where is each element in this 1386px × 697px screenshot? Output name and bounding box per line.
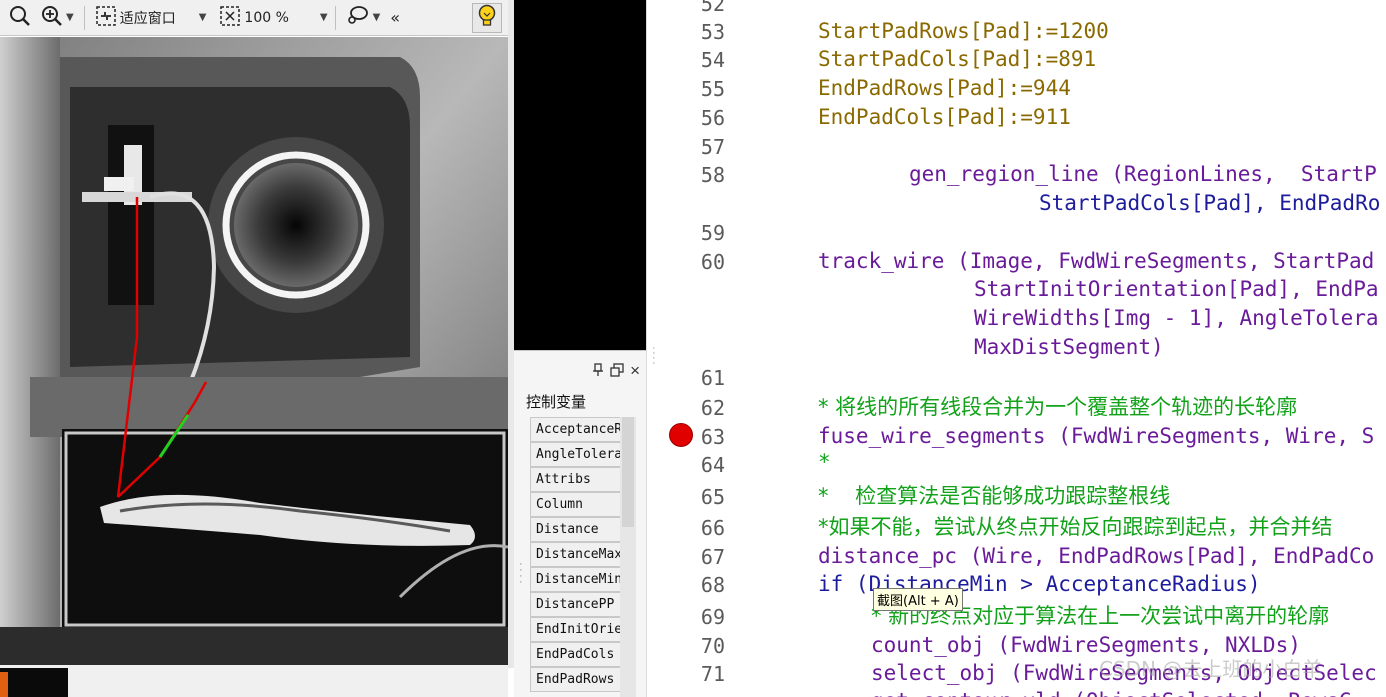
code-comment[interactable]: *如果不能，尝试从终点开始反向跟踪到起点，并合并结 — [818, 511, 1333, 541]
line-number: 54 — [700, 48, 725, 72]
graphics-window[interactable] — [0, 37, 508, 665]
graphics-toolbar: ▼ 适应窗口 ▼ 100 % ▼ ▼ « — [0, 0, 508, 36]
toolbar-divider — [334, 5, 336, 30]
code-line[interactable]: fuse_wire_segments (FwdWireSegments, Wir… — [818, 424, 1374, 448]
code-line[interactable]: EndPadRows[Pad]:=944 — [818, 76, 1071, 100]
line-number: 53 — [700, 20, 725, 44]
code-line[interactable]: get_contour_xld (ObjectSelected, RowsC — [871, 689, 1351, 697]
code-line-continuation[interactable]: StartPadCols[Pad], EndPadRo — [1039, 191, 1380, 215]
watermark: CSDN @去上班的小白羊 — [1099, 657, 1323, 681]
float-window-icon[interactable] — [610, 362, 624, 380]
panel-header: × — [514, 351, 646, 391]
line-number: 62 — [700, 396, 725, 420]
screenshot-tooltip: 截图(Alt + A) — [873, 588, 963, 611]
help-hint-button[interactable] — [472, 2, 502, 33]
zoom-tool-button[interactable] — [6, 4, 34, 32]
scrollbar-thumb[interactable] — [622, 417, 634, 527]
double-chevron-left-icon: « — [390, 8, 401, 27]
line-number: 58 — [700, 163, 725, 187]
close-icon[interactable]: × — [630, 361, 640, 381]
code-comment[interactable]: * 检查算法是否能够成功跟踪整根线 — [818, 480, 1170, 510]
inspection-image — [0, 37, 508, 665]
code-line-continuation[interactable]: WireWidths[Img - 1], AngleTolera — [974, 306, 1379, 330]
line-number: 63 — [700, 425, 725, 449]
lightbulb-icon — [476, 4, 498, 32]
zoom-level-dropdown[interactable]: 100 % — [216, 4, 291, 32]
resize-grip[interactable]: · · · · — [519, 559, 523, 588]
zoom-in-icon — [41, 5, 63, 31]
draw-tool-button[interactable]: ▼ — [343, 4, 384, 32]
line-number: 69 — [700, 605, 725, 629]
chevron-down-icon[interactable]: ▼ — [373, 12, 381, 23]
variable-list-scrollbar[interactable] — [620, 417, 636, 697]
code-line[interactable]: distance_pc (Wire, EndPadRows[Pad], EndP… — [818, 544, 1374, 568]
control-variables-panel: × 控制变量 AcceptanceRadius AngleTolerance A… — [514, 350, 646, 697]
empty-canvas-area — [514, 0, 646, 350]
line-number: 52 — [700, 0, 725, 16]
collapse-toolbar-button[interactable]: « — [387, 4, 403, 32]
lasso-icon — [346, 5, 370, 31]
chevron-down-icon[interactable]: ▼ — [199, 12, 207, 23]
code-comment[interactable]: * 将线的所有线段合并为一个覆盖整个轨迹的长轮廓 — [818, 391, 1297, 421]
line-number: 57 — [700, 135, 725, 159]
line-number: 56 — [700, 106, 725, 130]
fit-window-icon — [95, 5, 117, 31]
line-number: 59 — [700, 221, 725, 245]
code-line-continuation[interactable]: StartInitOrientation[Pad], EndPa — [974, 277, 1379, 301]
line-number: 70 — [700, 634, 725, 658]
line-number: 65 — [700, 485, 725, 509]
code-comment[interactable]: * — [818, 450, 831, 474]
zoom-level-value: 100 % — [244, 9, 289, 26]
magnifier-icon — [9, 5, 31, 31]
fit-window-label: 适应窗口 — [119, 10, 176, 27]
line-number: 68 — [700, 573, 725, 597]
toolbar-divider — [83, 5, 85, 30]
fit-window-button[interactable]: 适应窗口 — [92, 4, 179, 32]
splitter-grip[interactable]: · · · · — [652, 343, 656, 369]
status-strip — [0, 665, 508, 697]
thumbnail-preview[interactable] — [0, 668, 68, 697]
line-number: 71 — [700, 662, 725, 686]
line-number: 66 — [700, 516, 725, 540]
line-number: 55 — [700, 77, 725, 101]
zoom-100-icon — [219, 5, 241, 31]
line-number: 60 — [700, 250, 725, 274]
zoom-in-button[interactable]: ▼ — [38, 4, 77, 32]
pin-icon[interactable] — [592, 362, 604, 380]
line-number: 67 — [700, 545, 725, 569]
panel-title: 控制变量 — [526, 393, 587, 411]
thumbnail-marker — [0, 672, 8, 697]
code-line[interactable]: gen_region_line (RegionLines, StartP — [909, 162, 1377, 186]
line-number: 61 — [700, 366, 725, 390]
line-number: 64 — [700, 453, 725, 477]
code-line-continuation[interactable]: MaxDistSegment) — [974, 335, 1164, 359]
chevron-down-icon[interactable]: ▼ — [66, 12, 74, 23]
code-line[interactable]: StartPadCols[Pad]:=891 — [818, 47, 1096, 71]
program-editor[interactable]: 52 53 StartPadRows[Pad]:=1200 54 StartPa… — [661, 0, 1386, 697]
code-line[interactable]: track_wire (Image, FwdWireSegments, Star… — [818, 249, 1374, 273]
code-line[interactable]: EndPadCols[Pad]:=911 — [818, 105, 1071, 129]
chevron-down-icon[interactable]: ▼ — [320, 12, 328, 23]
code-line[interactable]: StartPadRows[Pad]:=1200 — [818, 19, 1109, 43]
